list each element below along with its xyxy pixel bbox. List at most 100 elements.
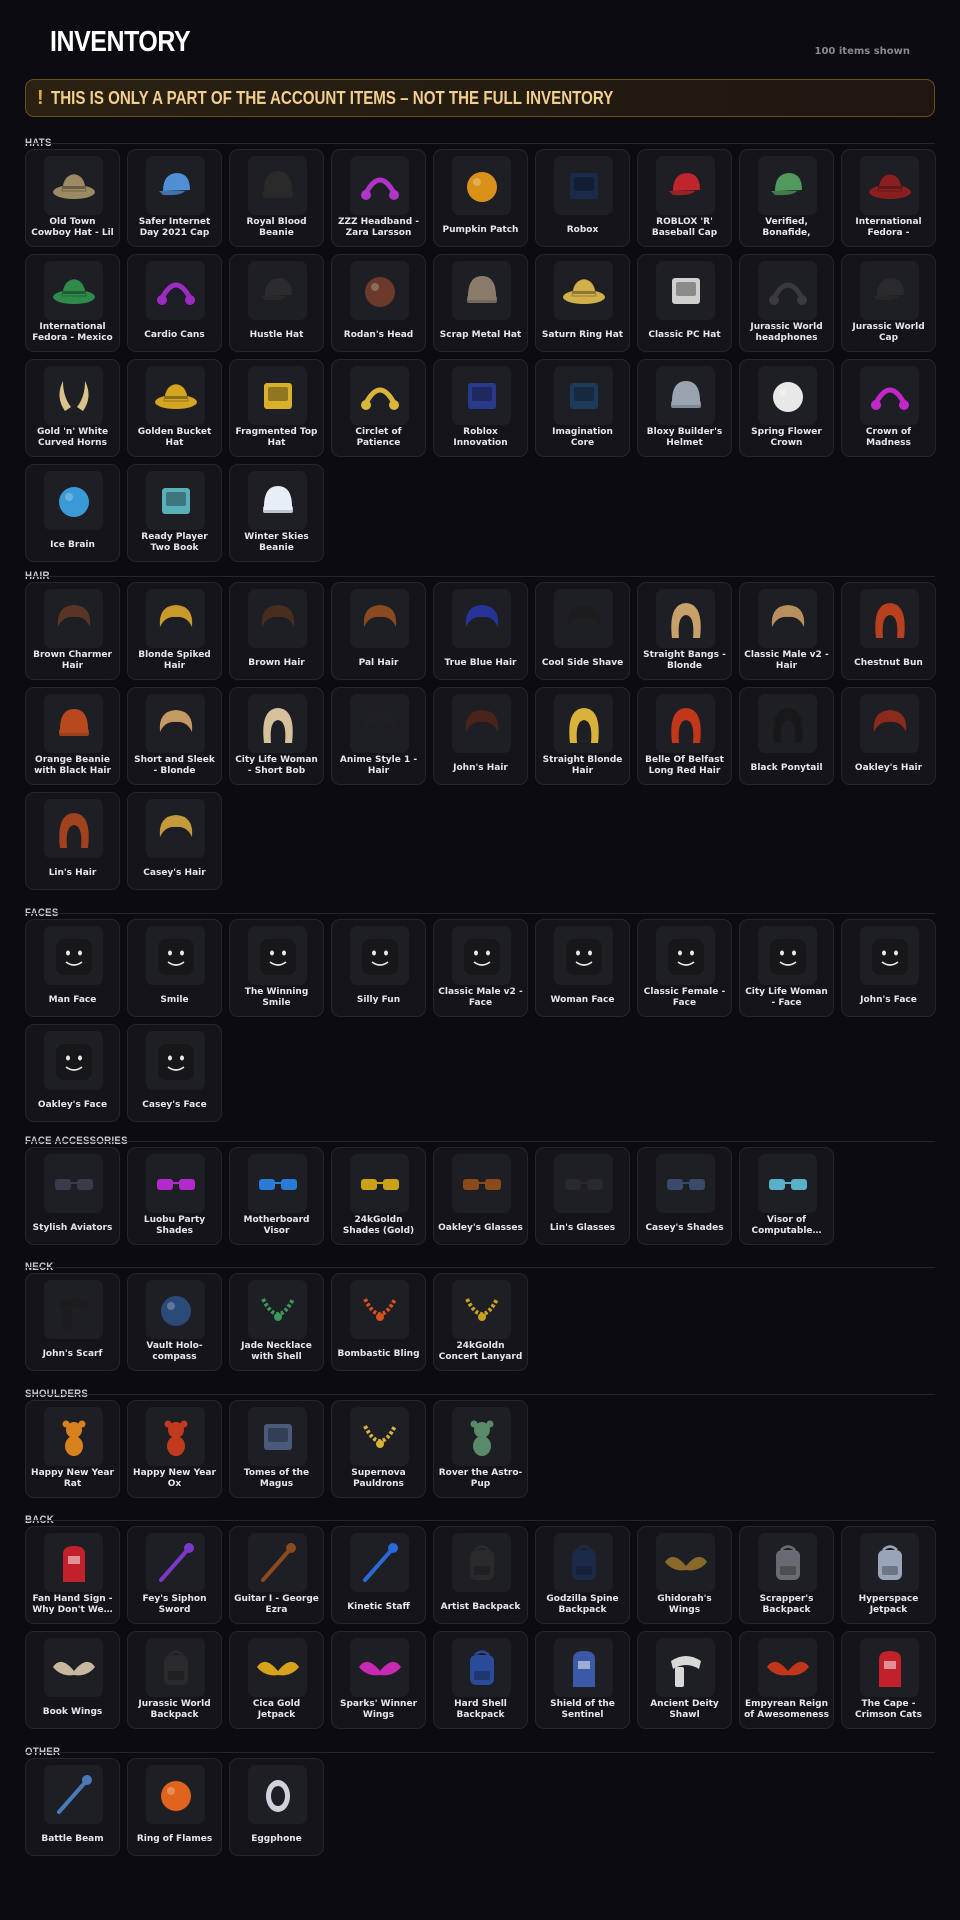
item-card-woman-face[interactable]: Woman Face — [535, 919, 630, 1017]
item-card-classic-female-face[interactable]: Classic Female - Face — [637, 919, 732, 1017]
item-card-old-town-cowboy-hat-lil-nas-x[interactable]: Old Town Cowboy Hat - Lil Nas X… — [25, 149, 120, 247]
item-card-ready-player-two-book[interactable]: Ready Player Two Book — [127, 464, 222, 562]
item-card-shield-of-the-sentinel[interactable]: Shield of the Sentinel — [535, 1631, 630, 1729]
item-card-the-cape-crimson-cats[interactable]: The Cape - Crimson Cats — [841, 1631, 936, 1729]
item-card-artist-backpack[interactable]: Artist Backpack — [433, 1526, 528, 1624]
item-card-fey-s-siphon-sword[interactable]: Fey's Siphon Sword — [127, 1526, 222, 1624]
item-card-hard-shell-backpack[interactable]: Hard Shell Backpack — [433, 1631, 528, 1729]
item-card-brown-charmer-hair[interactable]: Brown Charmer Hair — [25, 582, 120, 680]
item-card-saturn-ring-hat[interactable]: Saturn Ring Hat — [535, 254, 630, 352]
item-card-oakley-s-hair[interactable]: Oakley's Hair — [841, 687, 936, 785]
item-card-oakley-s-face[interactable]: Oakley's Face — [25, 1024, 120, 1122]
item-card-orange-beanie-with-black-hair[interactable]: Orange Beanie with Black Hair — [25, 687, 120, 785]
item-card-book-wings[interactable]: Book Wings — [25, 1631, 120, 1729]
item-card-empyrean-reign-of-awesomeness[interactable]: Empyrean Reign of Awesomeness — [739, 1631, 834, 1729]
item-card-zzz-headband-zara-larsson[interactable]: ZZZ Headband - Zara Larsson — [331, 149, 426, 247]
item-card-roblox-innovation-awards-23-wide[interactable]: Roblox Innovation Awards 23 Wide… — [433, 359, 528, 457]
item-card-the-winning-smile[interactable]: The Winning Smile — [229, 919, 324, 1017]
item-card-pumpkin-patch[interactable]: Pumpkin Patch — [433, 149, 528, 247]
item-card-supernova-pauldrons[interactable]: Supernova Pauldrons — [331, 1400, 426, 1498]
item-card-ice-brain[interactable]: Ice Brain — [25, 464, 120, 562]
item-card-black-ponytail[interactable]: Black Ponytail — [739, 687, 834, 785]
item-card-kinetic-staff[interactable]: Kinetic Staff — [331, 1526, 426, 1624]
item-card-hyperspace-jetpack[interactable]: Hyperspace Jetpack — [841, 1526, 936, 1624]
item-card-scrapper-s-backpack[interactable]: Scrapper's Backpack — [739, 1526, 834, 1624]
item-card-lin-s-hair[interactable]: Lin's Hair — [25, 792, 120, 890]
item-card-anime-style-1-hair[interactable]: Anime Style 1 - Hair — [331, 687, 426, 785]
item-card-hustle-hat[interactable]: Hustle Hat — [229, 254, 324, 352]
item-card-jade-necklace-with-shell-pendant[interactable]: Jade Necklace with Shell Pendant — [229, 1273, 324, 1371]
item-card-john-s-face[interactable]: John's Face — [841, 919, 936, 1017]
item-card-crown-of-madness[interactable]: Crown of Madness — [841, 359, 936, 457]
item-card-short-and-sleek-blonde[interactable]: Short and Sleek - Blonde — [127, 687, 222, 785]
item-card-smile[interactable]: Smile — [127, 919, 222, 1017]
item-card-golden-bucket-hat[interactable]: Golden Bucket Hat — [127, 359, 222, 457]
item-card-luobu-party-shades[interactable]: Luobu Party Shades — [127, 1147, 222, 1245]
item-card-international-fedora-mexico[interactable]: International Fedora - Mexico — [25, 254, 120, 352]
item-card-cardio-cans[interactable]: Cardio Cans — [127, 254, 222, 352]
item-card-chestnut-bun[interactable]: Chestnut Bun — [841, 582, 936, 680]
item-card-casey-s-hair[interactable]: Casey's Hair — [127, 792, 222, 890]
item-card-fragmented-top-hat[interactable]: Fragmented Top Hat — [229, 359, 324, 457]
item-card-ghidorah-s-wings[interactable]: Ghidorah's Wings — [637, 1526, 732, 1624]
item-card-classic-pc-hat[interactable]: Classic PC Hat — [637, 254, 732, 352]
item-card-oakley-s-glasses[interactable]: Oakley's Glasses — [433, 1147, 528, 1245]
item-card-pal-hair[interactable]: Pal Hair — [331, 582, 426, 680]
item-card-safer-internet-day-2021-cap[interactable]: Safer Internet Day 2021 Cap — [127, 149, 222, 247]
item-card-circlet-of-patience[interactable]: Circlet of Patience — [331, 359, 426, 457]
item-card-tomes-of-the-magus[interactable]: Tomes of the Magus — [229, 1400, 324, 1498]
item-card-roblox-r-baseball-cap[interactable]: ROBLOX 'R' Baseball Cap — [637, 149, 732, 247]
item-card-happy-new-year-ox[interactable]: Happy New Year Ox — [127, 1400, 222, 1498]
item-card-classic-male-v2-face[interactable]: Classic Male v2 - Face — [433, 919, 528, 1017]
item-card-jurassic-world-cap[interactable]: Jurassic World Cap — [841, 254, 936, 352]
item-card-cica-gold-jetpack[interactable]: Cica Gold Jetpack — [229, 1631, 324, 1729]
item-card-ring-of-flames[interactable]: Ring of Flames — [127, 1758, 222, 1856]
item-card-john-s-hair[interactable]: John's Hair — [433, 687, 528, 785]
item-card-jurassic-world-headphones[interactable]: Jurassic World headphones — [739, 254, 834, 352]
item-card-fan-hand-sign-why-don-t-we[interactable]: Fan Hand Sign - Why Don't We… — [25, 1526, 120, 1624]
item-card-24kgoldn-shades-gold[interactable]: 24kGoldn Shades (Gold) — [331, 1147, 426, 1245]
item-card-casey-s-face[interactable]: Casey's Face — [127, 1024, 222, 1122]
item-card-guitar-i-george-ezra[interactable]: Guitar I - George Ezra — [229, 1526, 324, 1624]
item-card-godzilla-spine-backpack[interactable]: Godzilla Spine Backpack — [535, 1526, 630, 1624]
item-card-royal-blood-beanie[interactable]: Royal Blood Beanie — [229, 149, 324, 247]
item-card-city-life-woman-short-bob[interactable]: City Life Woman - Short Bob — [229, 687, 324, 785]
item-card-winter-skies-beanie[interactable]: Winter Skies Beanie — [229, 464, 324, 562]
item-card-happy-new-year-rat[interactable]: Happy New Year Rat — [25, 1400, 120, 1498]
item-card-spring-flower-crown[interactable]: Spring Flower Crown — [739, 359, 834, 457]
item-card-man-face[interactable]: Man Face — [25, 919, 120, 1017]
item-card-silly-fun[interactable]: Silly Fun — [331, 919, 426, 1017]
item-card-john-s-scarf[interactable]: John's Scarf — [25, 1273, 120, 1371]
item-card-casey-s-shades[interactable]: Casey's Shades — [637, 1147, 732, 1245]
item-card-motherboard-visor[interactable]: Motherboard Visor — [229, 1147, 324, 1245]
item-card-robox[interactable]: Robox — [535, 149, 630, 247]
item-card-bombastic-bling[interactable]: Bombastic Bling — [331, 1273, 426, 1371]
item-card-stylish-aviators[interactable]: Stylish Aviators — [25, 1147, 120, 1245]
item-card-belle-of-belfast-long-red-hair[interactable]: Belle Of Belfast Long Red Hair — [637, 687, 732, 785]
item-card-battle-beam[interactable]: Battle Beam — [25, 1758, 120, 1856]
item-card-visor-of-computable[interactable]: Visor of Computable… — [739, 1147, 834, 1245]
item-card-gold-n-white-curved-horns[interactable]: Gold 'n' White Curved Horns — [25, 359, 120, 457]
item-card-rover-the-astro-pup[interactable]: Rover the Astro-Pup — [433, 1400, 528, 1498]
item-card-lin-s-glasses[interactable]: Lin's Glasses — [535, 1147, 630, 1245]
item-card-cool-side-shave[interactable]: Cool Side Shave — [535, 582, 630, 680]
item-card-international-fedora-germany[interactable]: International Fedora - Germany — [841, 149, 936, 247]
item-card-straight-blonde-hair[interactable]: Straight Blonde Hair — [535, 687, 630, 785]
item-card-eggphone[interactable]: Eggphone — [229, 1758, 324, 1856]
item-card-24kgoldn-concert-lanyard[interactable]: 24kGoldn Concert Lanyard — [433, 1273, 528, 1371]
item-card-rodan-s-head[interactable]: Rodan's Head — [331, 254, 426, 352]
item-card-true-blue-hair[interactable]: True Blue Hair — [433, 582, 528, 680]
item-card-straight-bangs-blonde[interactable]: Straight Bangs - Blonde — [637, 582, 732, 680]
item-card-scrap-metal-hat[interactable]: Scrap Metal Hat — [433, 254, 528, 352]
item-card-jurassic-world-backpack[interactable]: Jurassic World Backpack — [127, 1631, 222, 1729]
item-card-verified-bonafide-plaidafied[interactable]: Verified, Bonafide, Plaidafied — [739, 149, 834, 247]
item-card-classic-male-v2-hair[interactable]: Classic Male v2 - Hair — [739, 582, 834, 680]
item-card-city-life-woman-face[interactable]: City Life Woman - Face — [739, 919, 834, 1017]
item-card-blonde-spiked-hair[interactable]: Blonde Spiked Hair — [127, 582, 222, 680]
item-card-bloxy-builder-s-helmet[interactable]: Bloxy Builder's Helmet — [637, 359, 732, 457]
item-card-vault-holo-compass[interactable]: Vault Holo-compass — [127, 1273, 222, 1371]
item-card-brown-hair[interactable]: Brown Hair — [229, 582, 324, 680]
item-card-sparks-winner-wings[interactable]: Sparks' Winner Wings — [331, 1631, 426, 1729]
item-card-imagination-core[interactable]: Imagination Core — [535, 359, 630, 457]
item-card-ancient-deity-shawl[interactable]: Ancient Deity Shawl — [637, 1631, 732, 1729]
